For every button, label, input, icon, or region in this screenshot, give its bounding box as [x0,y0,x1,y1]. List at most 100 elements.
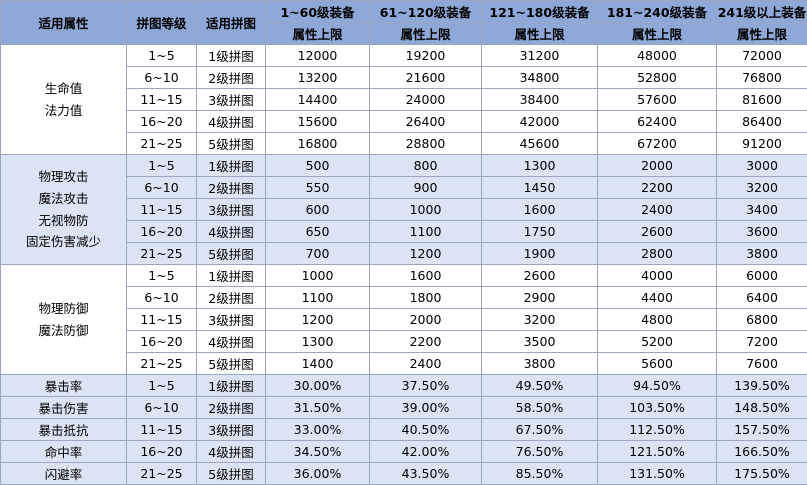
level-cell: 6~10 [126,286,197,309]
level-cell: 1~5 [126,374,197,397]
puzzle-cell: 5级拼图 [196,352,266,375]
level-cell: 11~15 [126,88,197,111]
value-cell: 2000 [369,308,482,331]
puzzle-cell: 5级拼图 [196,132,266,155]
value-cell: 1400 [265,352,370,375]
puzzle-cell: 5级拼图 [196,462,266,485]
header-tier-2: 61~120级装备 [369,0,482,23]
level-cell: 21~25 [126,242,197,265]
group-hp-mp: 生命值 法力值 1~5 1级拼图 12000 19200 31200 48000… [0,44,807,155]
value-cell: 800 [369,154,482,177]
puzzle-cell: 3级拼图 [196,308,266,331]
header-tier-5-sub: 属性上限 [716,22,807,45]
value-cell: 72000 [716,44,807,67]
level-cell: 21~25 [126,352,197,375]
value-cell: 1200 [369,242,482,265]
value-cell: 4400 [597,286,717,309]
value-cell: 67.50% [481,418,598,441]
group-defense: 物理防御 魔法防御 1~5 1级拼图 1000 1600 2600 4000 6… [0,264,807,375]
group-crit: 暴击率 1~5 1级拼图 30.00% 37.50% 49.50% 94.50%… [0,374,807,485]
value-cell: 49.50% [481,374,598,397]
value-cell: 7600 [716,352,807,375]
puzzle-cell: 2级拼图 [196,286,266,309]
attr-cell: 暴击率 [0,374,127,397]
value-cell: 121.50% [597,440,717,463]
value-cell: 650 [265,220,370,243]
value-cell: 37.50% [369,374,482,397]
value-cell: 33.00% [265,418,370,441]
value-cell: 2600 [481,264,598,287]
value-cell: 3500 [481,330,598,353]
header-tier-3-sub: 属性上限 [481,22,598,45]
value-cell: 2600 [597,220,717,243]
value-cell: 94.50% [597,374,717,397]
value-cell: 3800 [716,242,807,265]
header-tier-4-sub: 属性上限 [597,22,717,45]
value-cell: 76.50% [481,440,598,463]
value-cell: 40.50% [369,418,482,441]
header-tier-1-sub: 属性上限 [265,22,370,45]
value-cell: 76800 [716,66,807,89]
attr-label: 物理攻击 [38,168,89,184]
value-cell: 34.50% [265,440,370,463]
puzzle-cell: 1级拼图 [196,374,266,397]
header-tier-2-sub: 属性上限 [369,22,482,45]
table-row: 物理攻击 魔法攻击 无视物防 固定伤害减少 1~5 1级拼图 500 800 1… [0,154,807,265]
level-cell: 11~15 [126,418,197,441]
value-cell: 52800 [597,66,717,89]
value-cell: 1300 [481,154,598,177]
value-cell: 1450 [481,176,598,199]
value-cell: 1800 [369,286,482,309]
puzzle-cell: 1级拼图 [196,264,266,287]
puzzle-cell: 4级拼图 [196,220,266,243]
puzzle-cell: 3级拼图 [196,418,266,441]
value-cell: 1200 [265,308,370,331]
value-cell: 38400 [481,88,598,111]
value-cell: 5600 [597,352,717,375]
value-cell: 900 [369,176,482,199]
attr-cell: 暴击抵抗 [0,418,127,441]
value-cell: 4800 [597,308,717,331]
value-cell: 28800 [369,132,482,155]
value-cell: 1600 [369,264,482,287]
value-cell: 5200 [597,330,717,353]
value-cell: 31.50% [265,396,370,419]
value-cell: 175.50% [716,462,807,485]
value-cell: 2800 [597,242,717,265]
attribute-limit-table: 适用属性 拼图等级 适用拼图 1~60级装备 61~120级装备 121~180… [0,0,807,485]
value-cell: 42000 [481,110,598,133]
level-cell: 6~10 [126,66,197,89]
value-cell: 500 [265,154,370,177]
level-cell: 1~5 [126,154,197,177]
level-cell: 11~15 [126,198,197,221]
value-cell: 24000 [369,88,482,111]
value-cell: 157.50% [716,418,807,441]
puzzle-cell: 4级拼图 [196,110,266,133]
value-cell: 39.00% [369,396,482,419]
value-cell: 1300 [265,330,370,353]
value-cell: 1000 [265,264,370,287]
header-attr: 适用属性 [0,0,127,45]
puzzle-cell: 3级拼图 [196,88,266,111]
header-tier-1: 1~60级装备 [265,0,370,23]
attr-label: 生命值 [44,80,83,96]
value-cell: 62400 [597,110,717,133]
value-cell: 43.50% [369,462,482,485]
attr-cell: 闪避率 [0,462,127,485]
value-cell: 139.50% [716,374,807,397]
value-cell: 58.50% [481,396,598,419]
value-cell: 112.50% [597,418,717,441]
table-row: 暴击伤害 6~10 2级拼图 31.50% 39.00% 58.50% 103.… [0,396,807,419]
value-cell: 1600 [481,198,598,221]
value-cell: 6000 [716,264,807,287]
table-row: 暴击率 1~5 1级拼图 30.00% 37.50% 49.50% 94.50%… [0,374,807,397]
value-cell: 6800 [716,308,807,331]
table-row: 命中率 16~20 4级拼图 34.50% 42.00% 76.50% 121.… [0,440,807,463]
value-cell: 131.50% [597,462,717,485]
header-puzzle: 适用拼图 [196,0,266,45]
attr-label: 无视物防 [38,212,89,228]
level-cell: 6~10 [126,396,197,419]
attr-label: 固定伤害减少 [25,234,101,250]
value-cell: 148.50% [716,396,807,419]
table-row: 生命值 法力值 1~5 1级拼图 12000 19200 31200 48000… [0,44,807,155]
